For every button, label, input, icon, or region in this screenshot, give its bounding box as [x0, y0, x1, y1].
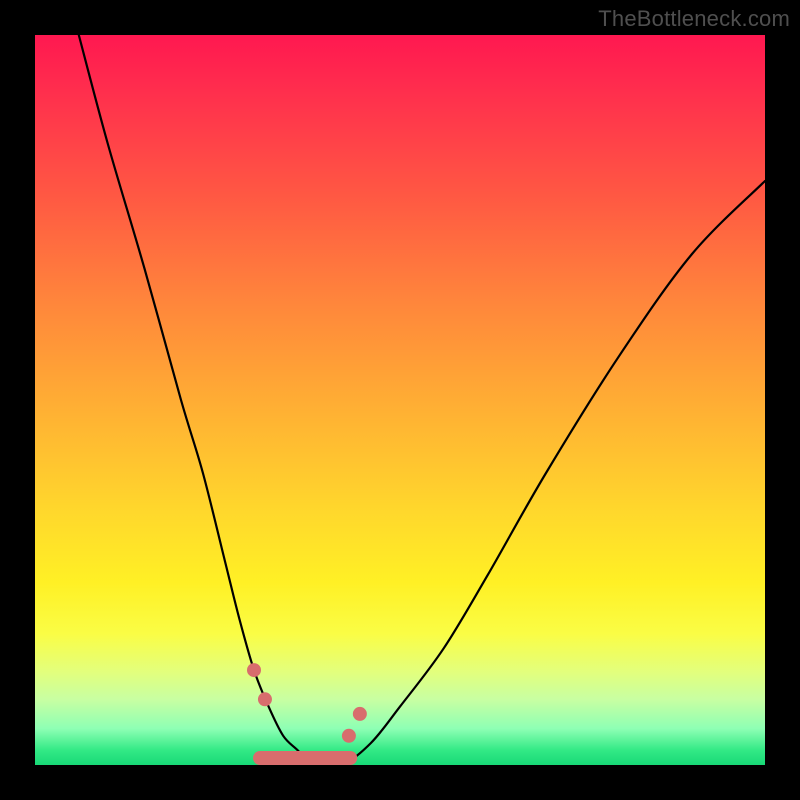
highlight-dot: [353, 707, 367, 721]
highlight-marker-group: [247, 663, 367, 758]
chart-svg: [35, 35, 765, 765]
highlight-dot: [258, 692, 272, 706]
highlight-dot: [342, 729, 356, 743]
plot-area: [35, 35, 765, 765]
highlight-dot: [247, 663, 261, 677]
watermark-text: TheBottleneck.com: [598, 6, 790, 32]
chart-frame: TheBottleneck.com: [0, 0, 800, 800]
bottleneck-curve: [79, 35, 765, 767]
